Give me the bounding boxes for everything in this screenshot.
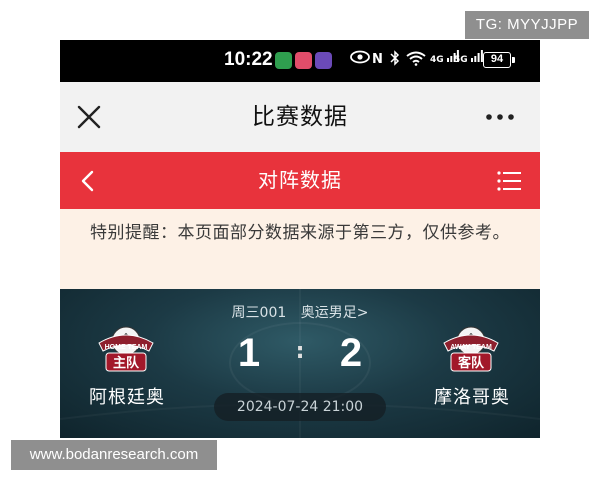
- home-team-name[interactable]: 阿根廷奥: [72, 383, 182, 409]
- home-score: 1: [237, 331, 261, 375]
- status-time: 10:22: [224, 49, 273, 70]
- notice-banner: 特别提醒：本页面部分数据来源于第三方，仅供参考。: [60, 209, 540, 289]
- phone-screen: 10:22 N 4G 5G 94 比赛数据 对阵数据 特别提醒：本页面部分数据来…: [60, 40, 540, 438]
- app-notification-icon: [315, 52, 332, 69]
- chevron-left-icon[interactable]: [74, 167, 102, 195]
- more-icon[interactable]: [484, 106, 516, 128]
- sub-header-title: 对阵数据: [258, 168, 342, 192]
- match-datetime: 2024-07-24 21:00: [214, 393, 386, 421]
- network-label: 4G: [430, 55, 444, 65]
- home-team-badge: HOME TEAM 主队: [98, 326, 154, 372]
- away-score: 2: [339, 331, 363, 375]
- eye-icon: [350, 50, 370, 70]
- score-separator: :: [295, 339, 305, 364]
- away-team-name[interactable]: 摩洛哥奥: [417, 383, 527, 409]
- league-link[interactable]: 奥运男足>: [301, 305, 369, 321]
- nfc-icon: N: [372, 52, 383, 67]
- status-bar: 10:22 N 4G 5G 94: [60, 40, 540, 82]
- close-icon[interactable]: [76, 104, 102, 130]
- app-notification-icon: [275, 52, 292, 69]
- sub-header: 对阵数据: [60, 152, 540, 209]
- match-code: 周三001: [231, 305, 287, 321]
- away-badge-label: AWAY TEAM: [450, 344, 492, 351]
- away-team-badge: AWAY TEAM 客队: [443, 326, 499, 372]
- battery-icon: 94: [483, 52, 515, 68]
- home-badge-text: 主队: [113, 355, 140, 371]
- notice-text: 特别提醒：本页面部分数据来源于第三方，仅供参考。: [90, 223, 510, 243]
- watermark-bottom: www.bodanresearch.com: [11, 440, 217, 470]
- match-card: 周三001 奥运男足> HOME TEAM 主队 AWAY TEAM 客队 1 …: [60, 289, 540, 438]
- away-badge-text: 客队: [458, 355, 485, 371]
- watermark-top: TG: MYYJJPP: [465, 11, 589, 39]
- signal-5g-icon: 5G: [454, 50, 483, 70]
- app-notification-icon: [295, 52, 312, 69]
- network-label: 5G: [454, 55, 468, 65]
- home-badge-label: HOME TEAM: [105, 344, 148, 351]
- bluetooth-icon: [390, 50, 400, 72]
- page-title: 比赛数据: [252, 104, 348, 130]
- wifi-icon: [406, 50, 426, 72]
- title-bar: 比赛数据: [60, 82, 540, 152]
- list-menu-icon[interactable]: [496, 168, 522, 194]
